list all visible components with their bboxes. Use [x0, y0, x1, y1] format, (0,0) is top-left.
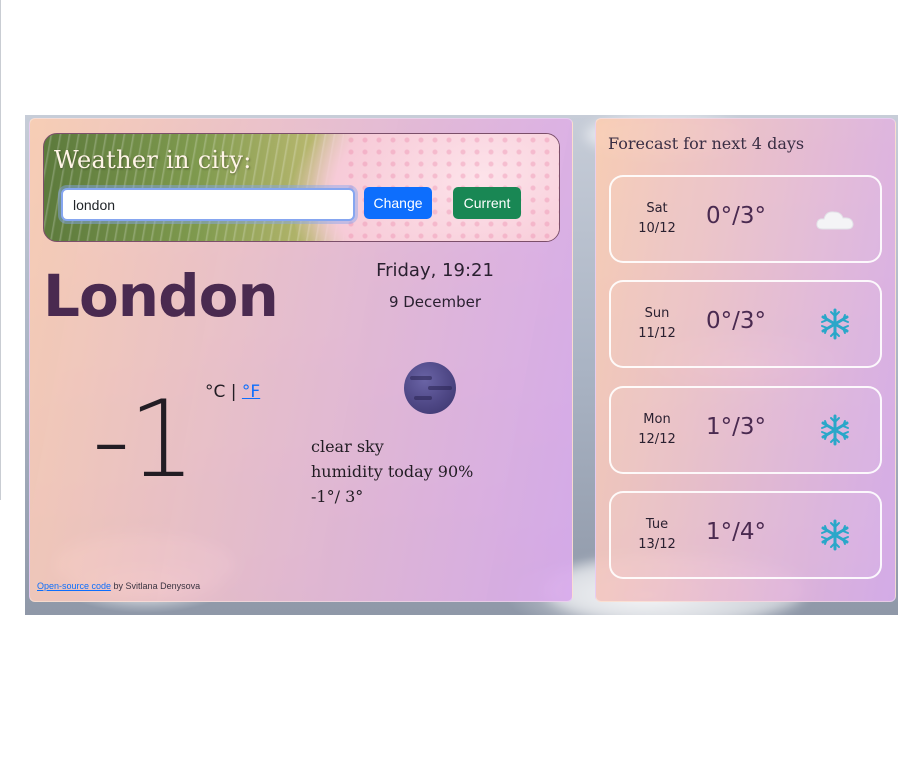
forecast-date: 13/12 — [638, 537, 676, 552]
cloud-icon — [816, 211, 854, 230]
change-button[interactable]: Change — [364, 187, 432, 219]
forecast-item: Tue 13/12 1°/4° — [609, 491, 882, 579]
snowflake-icon — [821, 414, 849, 446]
unit-separator: | — [230, 382, 237, 402]
current-temperature: -1 — [92, 378, 196, 501]
forecast-temperature: 1°/3° — [706, 414, 767, 440]
forecast-temperature: 1°/4° — [706, 519, 767, 545]
fahrenheit-link[interactable]: °F — [242, 382, 260, 402]
weather-description: clear sky — [311, 437, 384, 456]
forecast-weekday: Sat — [646, 201, 668, 216]
forecast-date: 11/12 — [638, 326, 676, 341]
forecast-temperature: 0°/3° — [706, 308, 767, 334]
forecast-title: Forecast for next 4 days — [608, 134, 805, 153]
humidity: humidity today 90% — [311, 462, 474, 481]
celsius-unit[interactable]: °C — [205, 382, 225, 402]
footer: Open-source code by Svitlana Denysova — [37, 581, 200, 591]
forecast-weekday: Tue — [645, 517, 669, 532]
forecast-date: 12/12 — [638, 432, 676, 447]
forecast-day: Sun 11/12 — [611, 304, 703, 344]
day-time: Friday, 19:21 — [376, 260, 494, 281]
snowflake-icon — [821, 519, 849, 551]
footer-author: by Svitlana Denysova — [111, 581, 201, 591]
source-code-link[interactable]: Open-source code — [37, 581, 111, 591]
unit-switcher: °C | °F — [205, 382, 260, 402]
forecast-weekday: Mon — [643, 412, 671, 427]
weather-description-block: clear sky humidity today 90% -1°/ 3° — [311, 434, 473, 509]
search-panel: Weather in city: Change Current — [43, 133, 560, 242]
forecast-weekday: Sun — [644, 306, 670, 321]
forecast-day: Sat 10/12 — [611, 199, 703, 239]
forecast-date: 10/12 — [638, 221, 676, 236]
date-label: 9 December — [388, 293, 482, 311]
forecast-item: Mon 12/12 1°/3° — [609, 386, 882, 474]
page-edge-divider — [0, 0, 1, 500]
forecast-day: Tue 13/12 — [611, 515, 703, 555]
search-title: Weather in city: — [54, 146, 252, 174]
forecast-temperature: 0°/3° — [706, 203, 767, 229]
forecast-day: Mon 12/12 — [611, 410, 703, 450]
moon-night-icon — [404, 362, 456, 414]
city-name: London — [43, 262, 279, 330]
forecast-item: Sun 11/12 0°/3° — [609, 280, 882, 368]
min-max-temperature: -1°/ 3° — [311, 487, 364, 506]
city-search-input[interactable] — [61, 188, 355, 221]
forecast-item: Sat 10/12 0°/3° — [609, 175, 882, 263]
snowflake-icon — [821, 308, 849, 340]
current-location-button[interactable]: Current — [453, 187, 521, 219]
